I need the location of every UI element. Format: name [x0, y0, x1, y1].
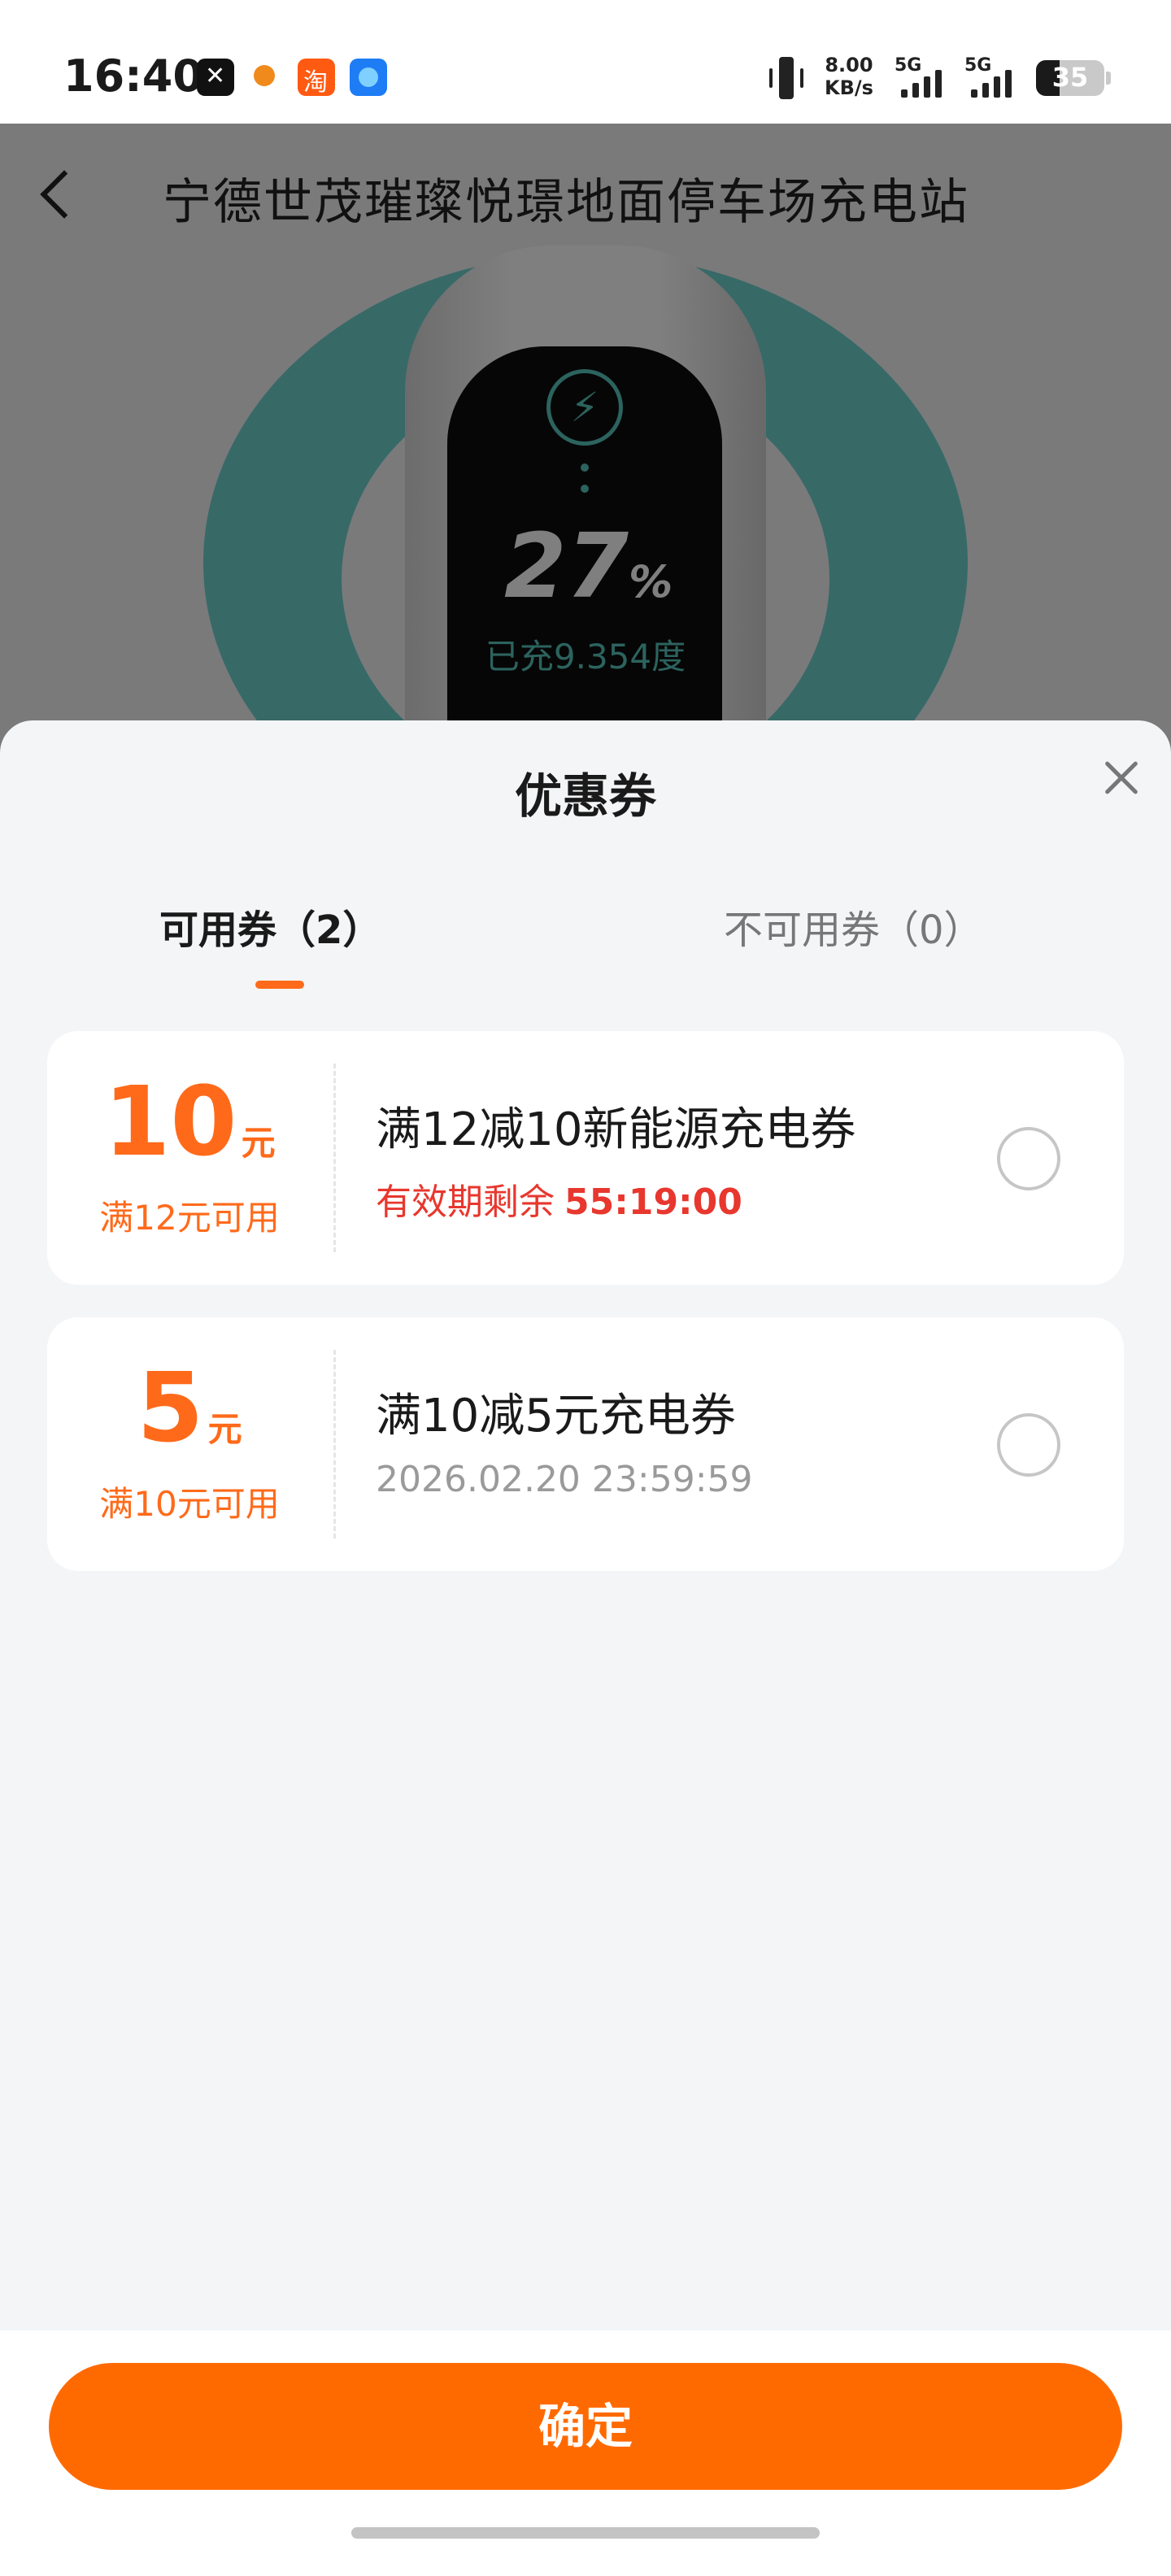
- coupon-expiry: 2026.02.20 23:59:59: [376, 1459, 753, 1500]
- coupon-card[interactable]: 10 元 满12元可用 满12减10新能源充电券 有效期剩余 55:19:00: [47, 1031, 1124, 1285]
- coupon-condition: 满12元可用: [99, 1198, 280, 1238]
- coupon-radio[interactable]: [997, 1413, 1060, 1477]
- tab-unavailable[interactable]: 不可用券（0）: [724, 898, 983, 955]
- signal-icon-sim2: 5G: [964, 55, 1030, 101]
- coupon-sheet: 优惠券 可用券（2） 不可用券（0） 10 元 满12元可用 满12减10新能源…: [0, 720, 1171, 2576]
- confirm-button[interactable]: 确定: [49, 2363, 1122, 2490]
- coupon-divider: [333, 1064, 336, 1252]
- coupon-divider: [333, 1350, 336, 1538]
- status-bar: 16:40 8.00 KB/s 5G 5G: [0, 0, 1171, 124]
- sheet-footer: 确定: [0, 2330, 1171, 2576]
- coupon-name: 满10减5元充电券: [376, 1390, 736, 1442]
- battery-tip: [1106, 72, 1111, 85]
- rocket-app-icon: [246, 59, 283, 96]
- coupon-card[interactable]: 5 元 满10元可用 满10减5元充电券 2026.02.20 23:59:59: [47, 1317, 1124, 1571]
- x-app-icon: [197, 59, 234, 96]
- home-indicator[interactable]: [351, 2527, 820, 2539]
- coupon-name: 满12减10新能源充电券: [376, 1103, 856, 1156]
- vibrate-icon: [766, 57, 807, 99]
- taobao-app-icon: [298, 59, 335, 98]
- sheet-title: 优惠券: [514, 768, 656, 824]
- screen: 16:40 8.00 KB/s 5G 5G: [0, 0, 1171, 2576]
- coupon-radio[interactable]: [997, 1127, 1060, 1190]
- network-speed: 8.00 KB/s: [825, 54, 873, 99]
- coupon-condition: 满10元可用: [99, 1484, 280, 1524]
- tab-available[interactable]: 可用券（2）: [159, 898, 381, 955]
- browser-app-icon: [350, 59, 387, 96]
- signal-icon-sim1: 5G: [895, 55, 960, 101]
- tab-indicator: [255, 981, 304, 989]
- coupon-expiry: 有效期剩余 55:19:00: [376, 1181, 742, 1223]
- close-icon[interactable]: [1093, 750, 1150, 807]
- coupon-amount: 10 元: [103, 1065, 276, 1177]
- coupon-amount: 5 元: [137, 1351, 242, 1464]
- status-time: 16:40: [63, 50, 203, 102]
- battery-icon: 35: [1036, 60, 1104, 96]
